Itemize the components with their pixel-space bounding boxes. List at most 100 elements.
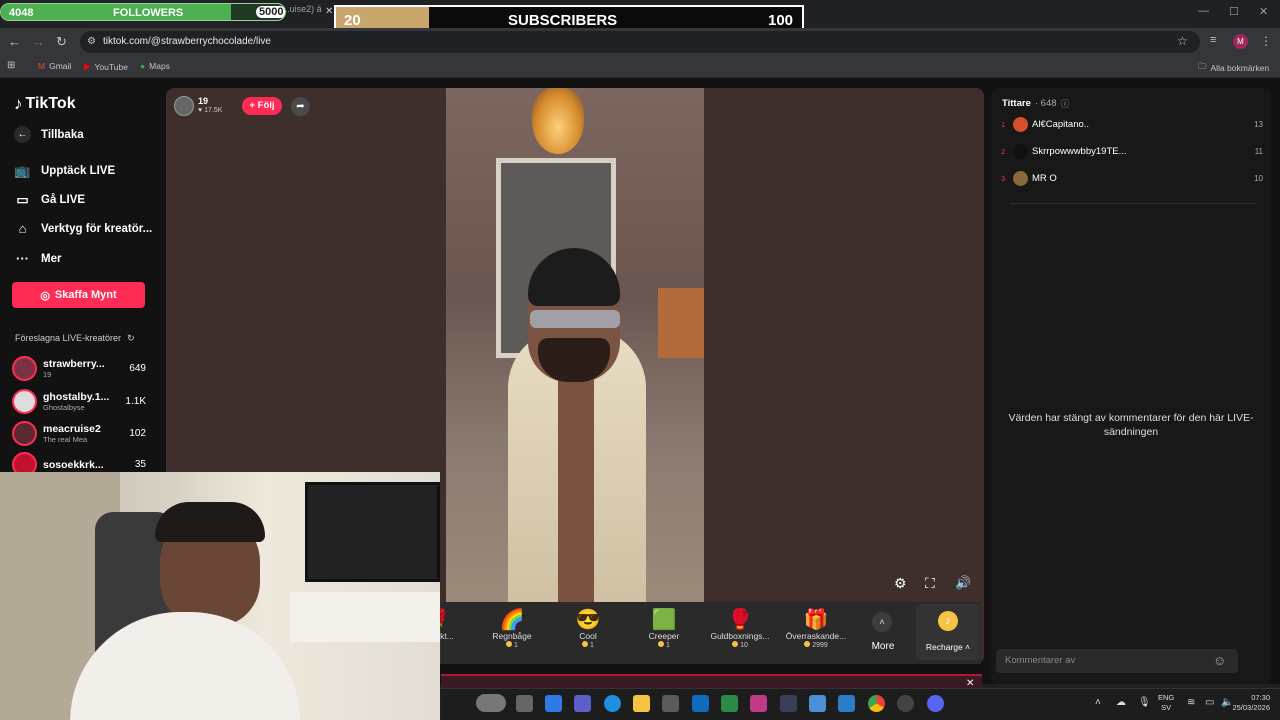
language-indicator[interactable]: ENG SV xyxy=(1158,693,1174,713)
gift-item[interactable]: 🌈 Regnbåge 1 xyxy=(472,607,552,649)
viewer-row[interactable]: 3 MR O 10 xyxy=(1001,171,1263,186)
onedrive-icon[interactable]: ☁ xyxy=(1116,697,1126,708)
tab-close-icon[interactable]: ✕ xyxy=(325,6,333,17)
file-explorer-icon[interactable] xyxy=(633,695,650,712)
host-avatar[interactable] xyxy=(174,96,194,116)
photos-icon[interactable] xyxy=(809,695,826,712)
media-control-icon[interactable]: ≡ xyxy=(1210,34,1216,46)
profile-avatar[interactable]: M xyxy=(1233,34,1248,49)
gift-item[interactable]: 🟩 Creeper 1 xyxy=(624,607,704,649)
youtube-icon: ▶ xyxy=(84,61,91,71)
bookmark-star-icon[interactable]: ☆ xyxy=(1177,34,1188,48)
minimize-icon[interactable]: — xyxy=(1198,5,1209,17)
emoji-icon[interactable]: ☺ xyxy=(1213,653,1226,668)
live-tv-icon: 📺 xyxy=(14,163,31,178)
store-icon[interactable] xyxy=(662,695,679,712)
chevron-up-icon: ˄ xyxy=(965,642,971,652)
window-close-icon[interactable]: ✕ xyxy=(1259,5,1268,18)
coin-icon: ◎ xyxy=(40,289,50,302)
bookmark-gmail[interactable]: M Gmail xyxy=(38,61,71,71)
tv-stand xyxy=(290,592,440,642)
creator-item[interactable]: strawberry... 19 649 xyxy=(12,356,146,381)
gift-item[interactable]: 🥊 Guldboxnings... 10 xyxy=(700,607,780,649)
camera-icon: ▭ xyxy=(16,192,29,207)
folder-icon: 🗀 xyxy=(1198,61,1207,71)
gift-boxing-glove-icon: 🥊 xyxy=(727,609,753,631)
bookmark-youtube[interactable]: ▶ YouTube xyxy=(84,61,128,72)
nav-creator-tools[interactable]: ⌂ Verktyg för kreatör... xyxy=(14,221,153,236)
recharge-coin-icon: ♪ xyxy=(938,611,958,631)
follow-button[interactable]: + Följ xyxy=(242,97,282,115)
task-view-icon[interactable] xyxy=(516,695,533,712)
gift-item[interactable]: 😎 Cool 1 xyxy=(548,607,628,649)
settings-gear-icon[interactable]: ⚙ xyxy=(894,575,907,592)
apps-grid-icon[interactable]: ⊞ xyxy=(7,60,15,71)
gift-creeper-icon: 🟩 xyxy=(651,609,677,631)
subscribers-count: 20 xyxy=(344,12,361,29)
maps-pin-icon: ● xyxy=(140,61,146,71)
app-icon[interactable] xyxy=(780,695,797,712)
person-hair xyxy=(155,502,265,542)
volume-icon[interactable]: 🔊 xyxy=(955,575,971,591)
site-info-icon[interactable]: ⚙ xyxy=(87,36,96,47)
more-dots-icon: ··· xyxy=(16,251,29,266)
nav-more[interactable]: ··· Mer xyxy=(14,251,61,266)
nav-go-live[interactable]: ▭ Gå LIVE xyxy=(14,192,85,208)
teams-icon[interactable] xyxy=(574,695,591,712)
bookmark-maps[interactable]: ● Maps xyxy=(140,61,170,71)
edge-icon[interactable] xyxy=(604,695,621,712)
help-icon[interactable]: ⓘ xyxy=(1061,97,1070,110)
all-bookmarks[interactable]: 🗀 Alla bokmärken xyxy=(1198,61,1269,75)
tiktok-logo[interactable]: ♪ TikTok xyxy=(14,94,76,114)
taskbar xyxy=(441,688,1280,720)
more-gifts-button[interactable]: More xyxy=(866,641,900,652)
creator-item[interactable]: ghostalby.1... Ghostalbyse 1.1K xyxy=(12,389,146,414)
reload-icon[interactable]: ↻ xyxy=(56,34,67,50)
defender-icon[interactable] xyxy=(721,695,738,712)
followers-count: 4048 xyxy=(9,7,34,19)
coin-icon xyxy=(804,641,811,647)
chevron-up-icon[interactable]: ˄ xyxy=(872,612,892,632)
viewer-row[interactable]: 1 Al€Capitano.. 13 xyxy=(1001,117,1263,132)
outlook-icon[interactable] xyxy=(692,695,709,712)
tv xyxy=(305,482,440,582)
creator-item[interactable]: meacruise2 The real Mea 102 xyxy=(12,421,146,446)
back-link[interactable]: ← Tillbaka xyxy=(14,126,84,143)
gift-item[interactable]: 🎁 Överraskande... 2999 xyxy=(776,607,856,649)
host-name: 19 xyxy=(198,96,209,106)
discord-icon[interactable] xyxy=(927,695,944,712)
coin-icon xyxy=(658,641,665,647)
live-video xyxy=(446,88,704,602)
promo-strip xyxy=(441,674,982,688)
obs-icon[interactable] xyxy=(897,695,914,712)
get-coins-button[interactable]: ◎ Skaffa Mynt xyxy=(12,282,145,308)
person-sunglasses xyxy=(530,310,620,328)
tray-chevron-up-icon[interactable]: ˄ xyxy=(1095,697,1101,708)
fullscreen-icon[interactable]: ⛶ xyxy=(925,575,935,592)
share-icon[interactable]: ➦ xyxy=(291,97,310,116)
tiktok-note-icon: ♪ xyxy=(14,94,23,113)
divider xyxy=(1010,203,1256,204)
avatar xyxy=(12,421,37,446)
chrome-icon[interactable] xyxy=(868,695,885,712)
maximize-icon[interactable]: ☐ xyxy=(1229,5,1239,18)
followers-goal-bar: 4048 FOLLOWERS 5000 xyxy=(0,3,286,21)
subscribers-goal: 100 xyxy=(768,12,794,29)
weather-widget-icon[interactable] xyxy=(476,694,506,712)
forward-arrow-icon[interactable]: → xyxy=(32,34,45,49)
refresh-icon[interactable]: ↻ xyxy=(127,333,135,344)
lamp xyxy=(532,88,584,154)
wifi-icon[interactable]: ≋ xyxy=(1187,697,1195,708)
m365-icon[interactable] xyxy=(750,695,767,712)
back-arrow-icon[interactable]: ← xyxy=(8,34,21,49)
nav-discover-live[interactable]: 📺 Upptäck LIVE xyxy=(14,163,115,179)
menu-kebab-icon[interactable]: ⋮ xyxy=(1260,34,1272,48)
copilot-icon[interactable] xyxy=(545,695,562,712)
suggested-creators-header: Föreslagna LIVE-kreatörer ↻ xyxy=(15,333,135,344)
viewer-row[interactable]: 2 Skrrpowwwbby19TE... 11 xyxy=(1001,144,1263,159)
headboard xyxy=(658,288,704,358)
microphone-icon[interactable]: 🎙 xyxy=(1138,697,1151,708)
battery-icon[interactable]: ▭ xyxy=(1205,697,1214,708)
clock[interactable]: 07:30 25/03/2026 xyxy=(1226,693,1270,713)
screen-icon[interactable] xyxy=(838,695,855,712)
